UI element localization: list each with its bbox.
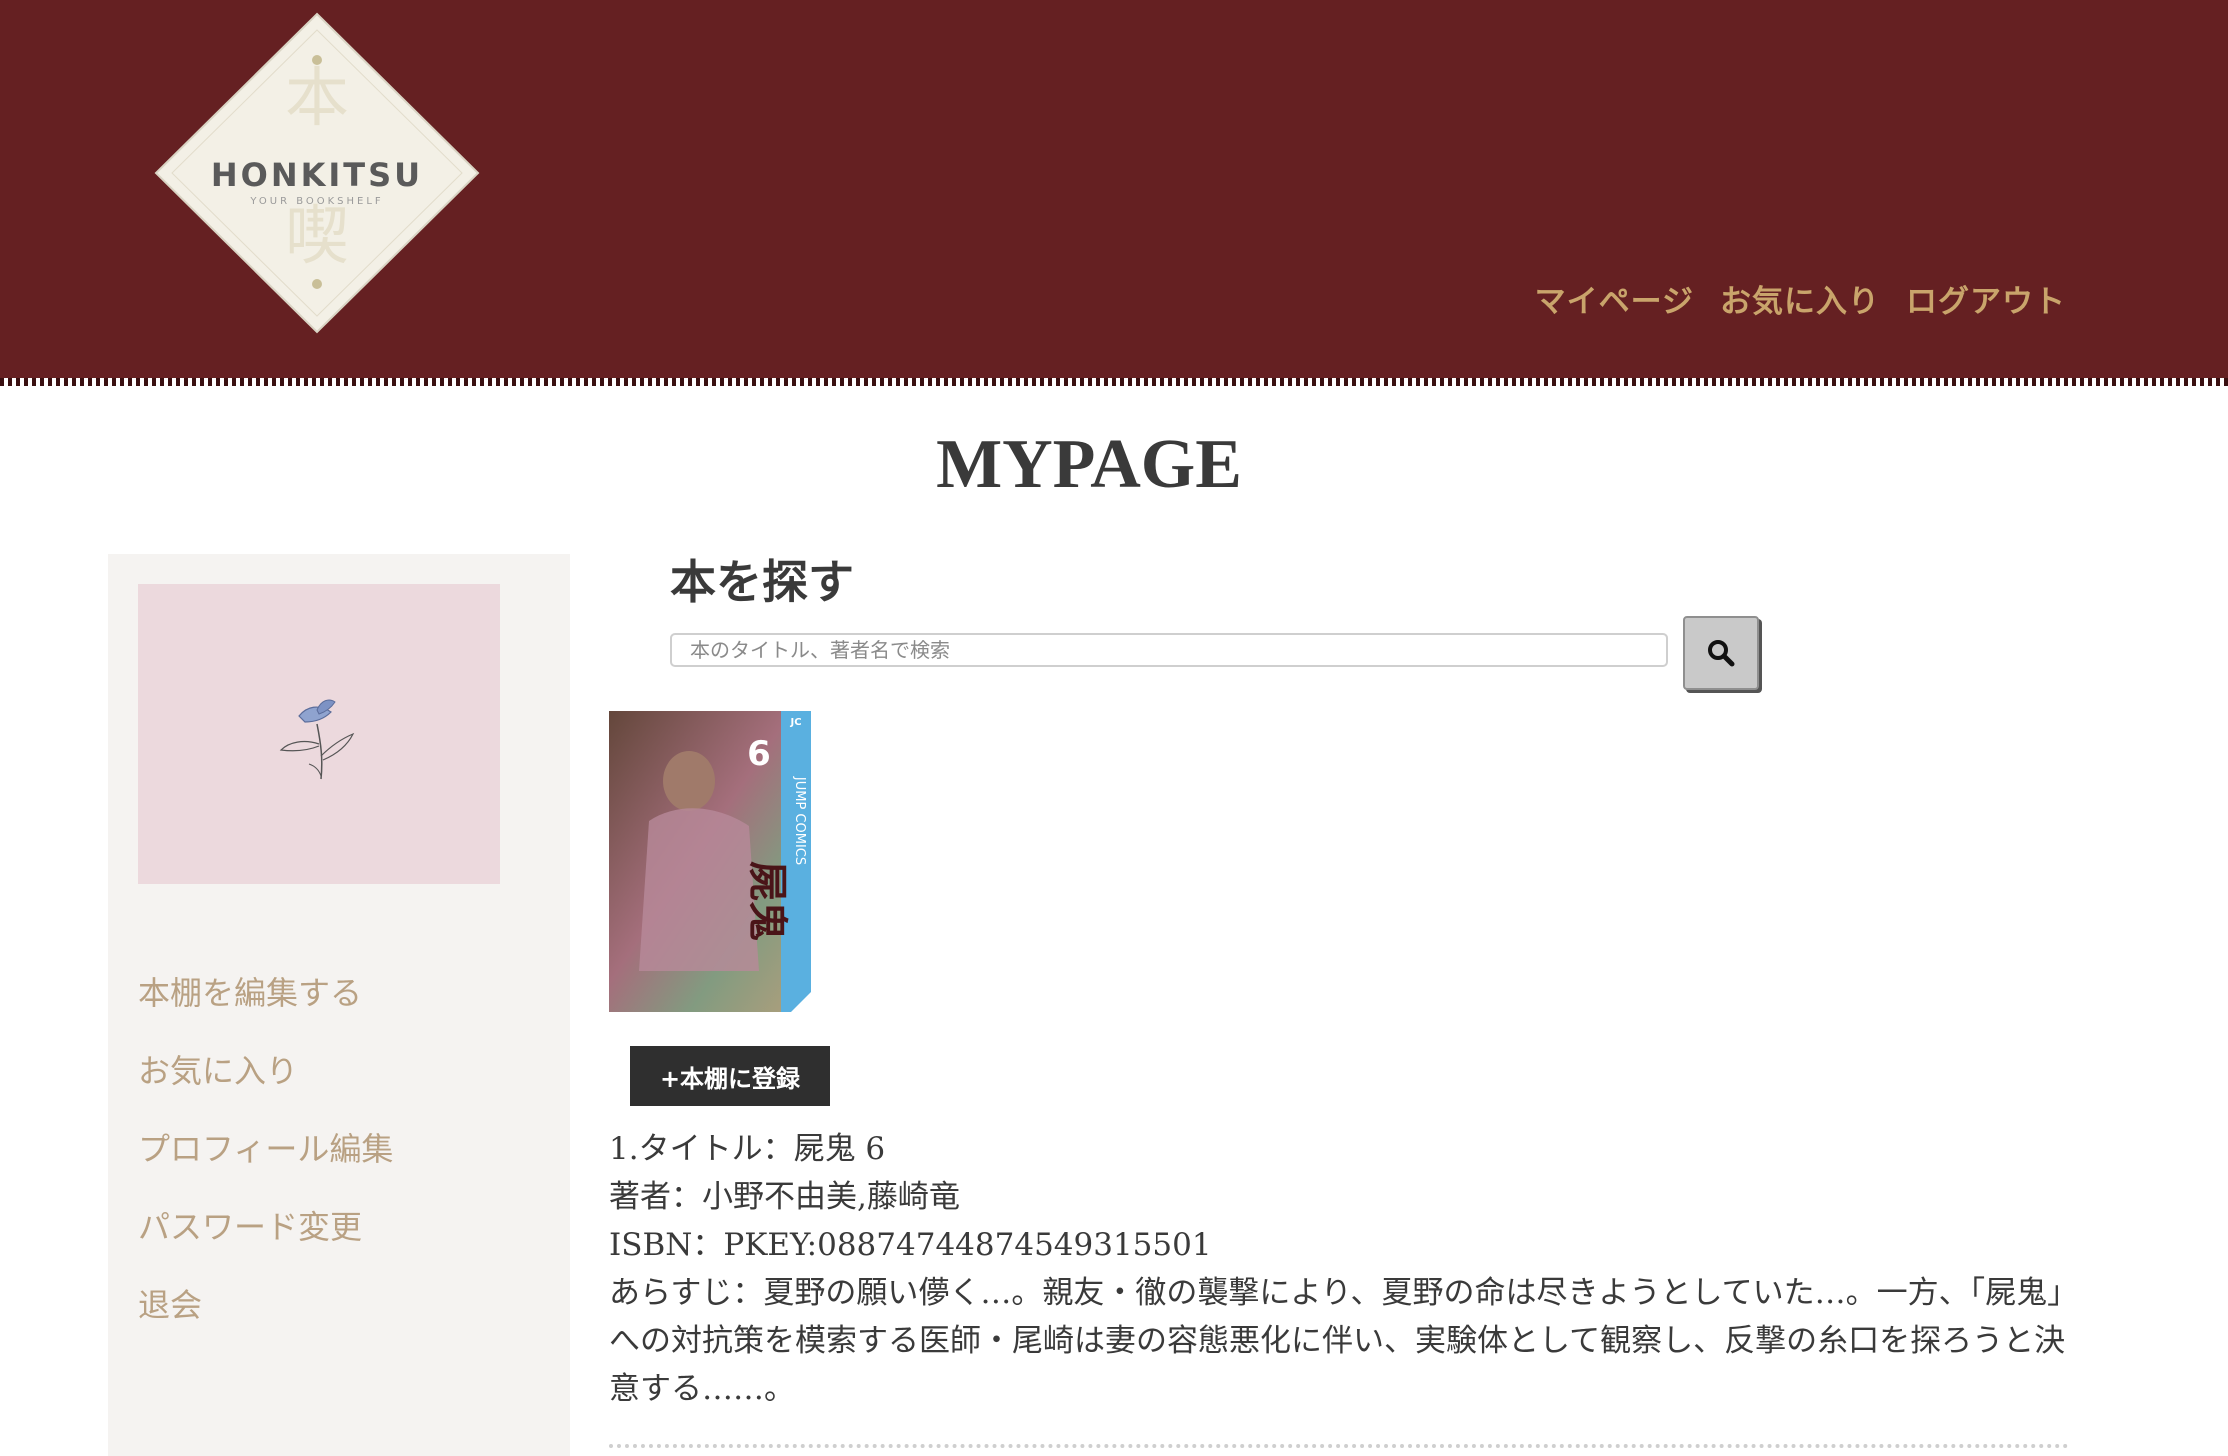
book-title: 1.タイトル：屍鬼 6 bbox=[609, 1131, 886, 1167]
search-icon bbox=[1708, 640, 1735, 667]
header-nav: マイページ お気に入り ログアウト bbox=[1535, 276, 2066, 321]
flower-icon bbox=[279, 699, 355, 780]
sidebar-item-favorites[interactable]: お気に入り bbox=[138, 1032, 393, 1110]
page-title: MYPAGE bbox=[936, 426, 1242, 503]
logo-kanji-top: 本 bbox=[285, 62, 349, 136]
site-header: 本 喫 HONKITSU YOUR BOOKSHELF マイページ お気に入り … bbox=[0, 0, 2228, 380]
honkitsu-logo[interactable]: 本 喫 HONKITSU YOUR BOOKSHELF bbox=[152, 12, 482, 334]
book-synopsis: あらすじ：夏野の願い儚く…。親友・徹の襲撃により、夏野の命は尽きようとしていた…… bbox=[609, 1275, 2066, 1407]
search-heading: 本を探す bbox=[670, 555, 854, 609]
header-dotted-border bbox=[0, 378, 2228, 386]
nav-mypage[interactable]: マイページ bbox=[1535, 276, 1694, 321]
cover-publisher-badge: JC bbox=[789, 717, 801, 728]
cover-title-kanji: 屍鬼 bbox=[744, 861, 791, 941]
avatar[interactable] bbox=[138, 584, 500, 884]
logo-tagline: YOUR BOOKSHELF bbox=[249, 196, 383, 207]
book-cover-image[interactable]: JUMP COMICS JC 6 屍鬼 bbox=[609, 711, 811, 1012]
nav-favorites[interactable]: お気に入り bbox=[1720, 276, 1880, 321]
search-button[interactable] bbox=[1683, 616, 1759, 690]
logo-kanji-bottom: 喫 bbox=[285, 200, 349, 274]
search-input[interactable] bbox=[670, 633, 1668, 667]
cover-volume: 6 bbox=[747, 734, 771, 774]
add-to-bookshelf-button[interactable]: +本棚に登録 bbox=[630, 1046, 830, 1106]
sidebar: 本棚を編集する お気に入り プロフィール編集 パスワード変更 退会 bbox=[108, 554, 570, 1456]
sidebar-item-withdraw[interactable]: 退会 bbox=[138, 1266, 393, 1344]
logo-name: HONKITSU bbox=[211, 156, 423, 194]
book-author: 著者：小野不由美,藤崎竜 bbox=[609, 1179, 960, 1215]
book-info: 1.タイトル：屍鬼 6 著者：小野不由美,藤崎竜 ISBN：PKEY:08874… bbox=[609, 1125, 2069, 1413]
nav-logout[interactable]: ログアウト bbox=[1906, 276, 2066, 321]
sidebar-menu: 本棚を編集する お気に入り プロフィール編集 パスワード変更 退会 bbox=[138, 954, 393, 1344]
sidebar-item-edit-bookshelf[interactable]: 本棚を編集する bbox=[138, 954, 393, 1032]
cover-series-text: JUMP COMICS bbox=[792, 776, 807, 865]
sidebar-item-change-password[interactable]: パスワード変更 bbox=[138, 1188, 393, 1266]
sidebar-item-edit-profile[interactable]: プロフィール編集 bbox=[138, 1110, 393, 1188]
result-divider bbox=[609, 1444, 2069, 1448]
book-isbn: ISBN：PKEY:08874744874549315501 bbox=[609, 1227, 1212, 1263]
